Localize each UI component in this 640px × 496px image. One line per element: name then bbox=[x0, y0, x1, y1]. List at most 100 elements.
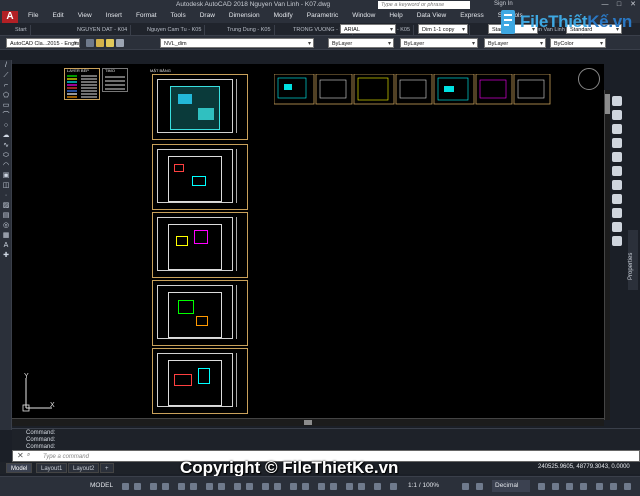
layer-properties-icon[interactable] bbox=[86, 39, 94, 47]
ellipse-arc-icon[interactable]: ◠ bbox=[2, 162, 10, 170]
viewcube-compass[interactable] bbox=[578, 68, 600, 90]
quick-properties-toggle-icon[interactable] bbox=[358, 483, 365, 490]
application-menu-button[interactable]: A bbox=[2, 11, 18, 23]
lineweight-combo[interactable]: ByLayer bbox=[484, 38, 546, 48]
gizmo-icon[interactable] bbox=[302, 483, 309, 490]
showmotion-icon[interactable] bbox=[612, 152, 622, 162]
polyline-icon[interactable]: ⌐ bbox=[2, 82, 10, 90]
dynamic-ucs-icon[interactable] bbox=[274, 483, 281, 490]
gear-icon[interactable] bbox=[462, 483, 469, 490]
layer-on-icon[interactable] bbox=[96, 39, 104, 47]
layer-combo[interactable]: NVL_dim bbox=[160, 38, 314, 48]
measure-icon[interactable] bbox=[612, 208, 622, 218]
polygon-icon[interactable]: ⬠ bbox=[2, 92, 10, 100]
vertical-scrollbar[interactable] bbox=[604, 90, 610, 420]
annotation-scale-readout[interactable]: 1:1 / 100% bbox=[408, 482, 439, 489]
floor-plan-sheet-4[interactable] bbox=[152, 280, 248, 346]
menu-item-insert[interactable]: Insert bbox=[106, 12, 122, 19]
model-space-button[interactable]: MODEL bbox=[90, 482, 113, 489]
zoom-previous-icon[interactable] bbox=[612, 194, 622, 204]
menu-item-modify[interactable]: Modify bbox=[274, 12, 293, 19]
sign-in-link[interactable]: Sign In bbox=[494, 1, 513, 7]
menu-item-help[interactable]: Help bbox=[389, 12, 402, 19]
grid-icon[interactable] bbox=[122, 483, 129, 490]
search-icon[interactable]: ⌕ bbox=[27, 452, 30, 459]
region-icon[interactable]: ◎ bbox=[2, 222, 10, 230]
orbit-icon[interactable] bbox=[612, 138, 622, 148]
steering-wheel-icon[interactable] bbox=[612, 96, 622, 106]
quick-properties-icon[interactable] bbox=[612, 222, 622, 232]
add-selected-icon[interactable]: ✚ bbox=[2, 252, 10, 260]
ortho-icon[interactable] bbox=[150, 483, 157, 490]
customize-icon[interactable] bbox=[580, 483, 587, 490]
menu-icon[interactable] bbox=[624, 483, 631, 490]
zoom-icon[interactable] bbox=[612, 124, 622, 134]
tab-layout2[interactable]: Layout2 bbox=[68, 463, 100, 473]
horizontal-scroll-thumb[interactable] bbox=[304, 420, 312, 425]
menu-item-window[interactable]: Window bbox=[352, 12, 375, 19]
clean-screen-icon[interactable] bbox=[566, 483, 573, 490]
plus-icon[interactable] bbox=[476, 483, 483, 490]
floor-plan-sheet-5[interactable] bbox=[152, 348, 248, 414]
object-snap-icon[interactable] bbox=[206, 483, 213, 490]
point-icon[interactable]: · bbox=[2, 192, 10, 200]
plotstyle-combo[interactable]: ByColor bbox=[550, 38, 606, 48]
detail-sheet-strip[interactable] bbox=[274, 74, 552, 106]
menu-item-view[interactable]: View bbox=[78, 12, 92, 19]
workspace-switch-icon[interactable] bbox=[374, 483, 381, 490]
properties-palette-tab[interactable]: Properties bbox=[628, 230, 638, 290]
menu-item-format[interactable]: Format bbox=[136, 12, 157, 19]
table-icon[interactable]: ▦ bbox=[2, 232, 10, 240]
sun-freeze-icon[interactable] bbox=[106, 39, 114, 47]
circle-icon[interactable]: ○ bbox=[2, 122, 10, 130]
isodraft-icon[interactable] bbox=[178, 483, 185, 490]
vertical-scroll-thumb[interactable] bbox=[605, 94, 610, 114]
menu-item-tools[interactable]: Tools bbox=[171, 12, 186, 19]
menu-item-dimension[interactable]: Dimension bbox=[229, 12, 260, 19]
menu-item-file[interactable]: File bbox=[28, 12, 38, 19]
text-style-combo[interactable]: ARIAL bbox=[340, 24, 396, 34]
gradient-icon[interactable]: ▤ bbox=[2, 212, 10, 220]
lock-ui-icon[interactable] bbox=[596, 483, 603, 490]
hatch-icon[interactable]: ▨ bbox=[2, 202, 10, 210]
horizontal-scrollbar[interactable] bbox=[12, 418, 604, 426]
transparency-icon[interactable] bbox=[234, 483, 241, 490]
menu-item-draw[interactable]: Draw bbox=[200, 12, 215, 19]
rectangle-icon[interactable]: ▭ bbox=[2, 102, 10, 110]
hardware-acceleration-icon[interactable] bbox=[552, 483, 559, 490]
floor-plan-sheet-1[interactable] bbox=[152, 74, 248, 140]
units-combo[interactable]: Decimal bbox=[492, 480, 530, 492]
multiline-text-icon[interactable]: A bbox=[2, 242, 10, 250]
lineweight-icon[interactable] bbox=[218, 483, 225, 490]
spline-icon[interactable]: ∿ bbox=[2, 142, 10, 150]
menu-item-express[interactable]: Express bbox=[460, 12, 483, 19]
annotation-scale-icon[interactable] bbox=[390, 483, 397, 490]
workspace-combo[interactable]: AutoCAD Cla...2015 - English bbox=[6, 38, 80, 48]
layer-state-icon[interactable] bbox=[612, 236, 622, 246]
auto-scale-icon[interactable] bbox=[330, 483, 337, 490]
menu-item-parametric[interactable]: Parametric bbox=[307, 12, 338, 19]
menu-item-data-view[interactable]: Data View bbox=[417, 12, 447, 19]
help-search-input[interactable]: Type a keyword or phrase bbox=[378, 1, 470, 9]
add-layout-button[interactable]: + bbox=[100, 463, 114, 473]
3d-osnap-icon[interactable] bbox=[262, 483, 269, 490]
units-icon[interactable] bbox=[346, 483, 353, 490]
color-combo[interactable]: ByLayer bbox=[328, 38, 394, 48]
drawing-canvas[interactable]: LAYER BẾP TIMO MẶT BẰNG bbox=[12, 64, 604, 418]
dim-style-combo[interactable]: Dim 1-1 copy bbox=[418, 24, 468, 34]
lock-icon[interactable] bbox=[116, 39, 124, 47]
isolate-objects-icon[interactable] bbox=[538, 483, 545, 490]
tab-model[interactable]: Model bbox=[6, 463, 33, 473]
menu-item-edit[interactable]: Edit bbox=[52, 12, 63, 19]
document-tab[interactable]: Start bbox=[12, 25, 31, 35]
insert-block-icon[interactable]: ▣ bbox=[2, 172, 10, 180]
document-tab[interactable]: Trung Dung - K05 bbox=[224, 25, 275, 35]
object-snap-tracking-icon[interactable] bbox=[190, 483, 197, 490]
polar-tracking-icon[interactable] bbox=[162, 483, 169, 490]
fullscreen-icon[interactable] bbox=[610, 483, 617, 490]
selection-filter-icon[interactable] bbox=[290, 483, 297, 490]
arc-icon[interactable]: ⌒ bbox=[2, 112, 10, 120]
document-tab[interactable]: Nguyen Cam Tu - K05 bbox=[144, 25, 206, 35]
construction-line-icon[interactable]: ⟋ bbox=[2, 72, 10, 80]
pan-icon[interactable] bbox=[612, 110, 622, 120]
